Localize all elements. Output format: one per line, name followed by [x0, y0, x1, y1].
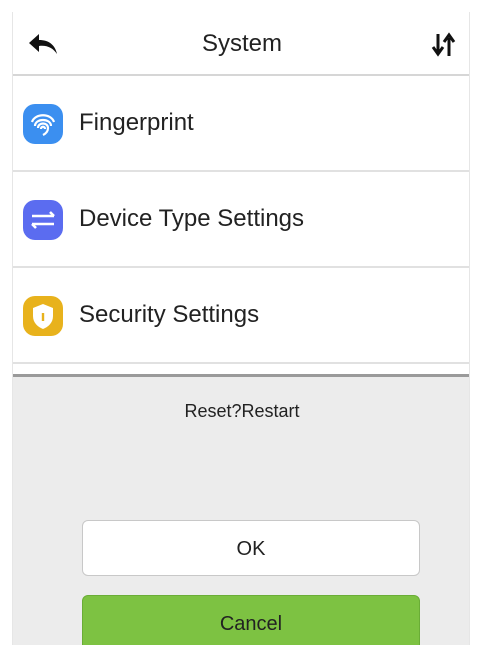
- menu-item-fingerprint[interactable]: Fingerprint: [13, 76, 469, 172]
- header-bar: System: [13, 12, 469, 76]
- cancel-button[interactable]: Cancel: [82, 595, 420, 645]
- menu-item-label: Device Type Settings: [79, 205, 305, 232]
- device-type-icon: [23, 200, 63, 240]
- menu-item-label: Security Settings: [79, 301, 260, 328]
- fingerprint-icon: [23, 104, 63, 144]
- shield-icon: [23, 296, 63, 336]
- menu-item-security-settings[interactable]: Security Settings: [13, 268, 469, 364]
- screen: System Fingerprint Device Type Settings …: [12, 12, 470, 645]
- ok-button[interactable]: OK: [82, 520, 420, 576]
- menu-item-device-type-settings[interactable]: Device Type Settings: [13, 172, 469, 268]
- confirm-dialog: Reset?Restart OK Cancel: [13, 377, 469, 645]
- sort-arrows-icon[interactable]: [431, 32, 457, 58]
- dialog-message: Reset?Restart: [184, 401, 300, 421]
- menu-item-label: Fingerprint: [79, 109, 194, 136]
- page-title: System: [201, 30, 282, 57]
